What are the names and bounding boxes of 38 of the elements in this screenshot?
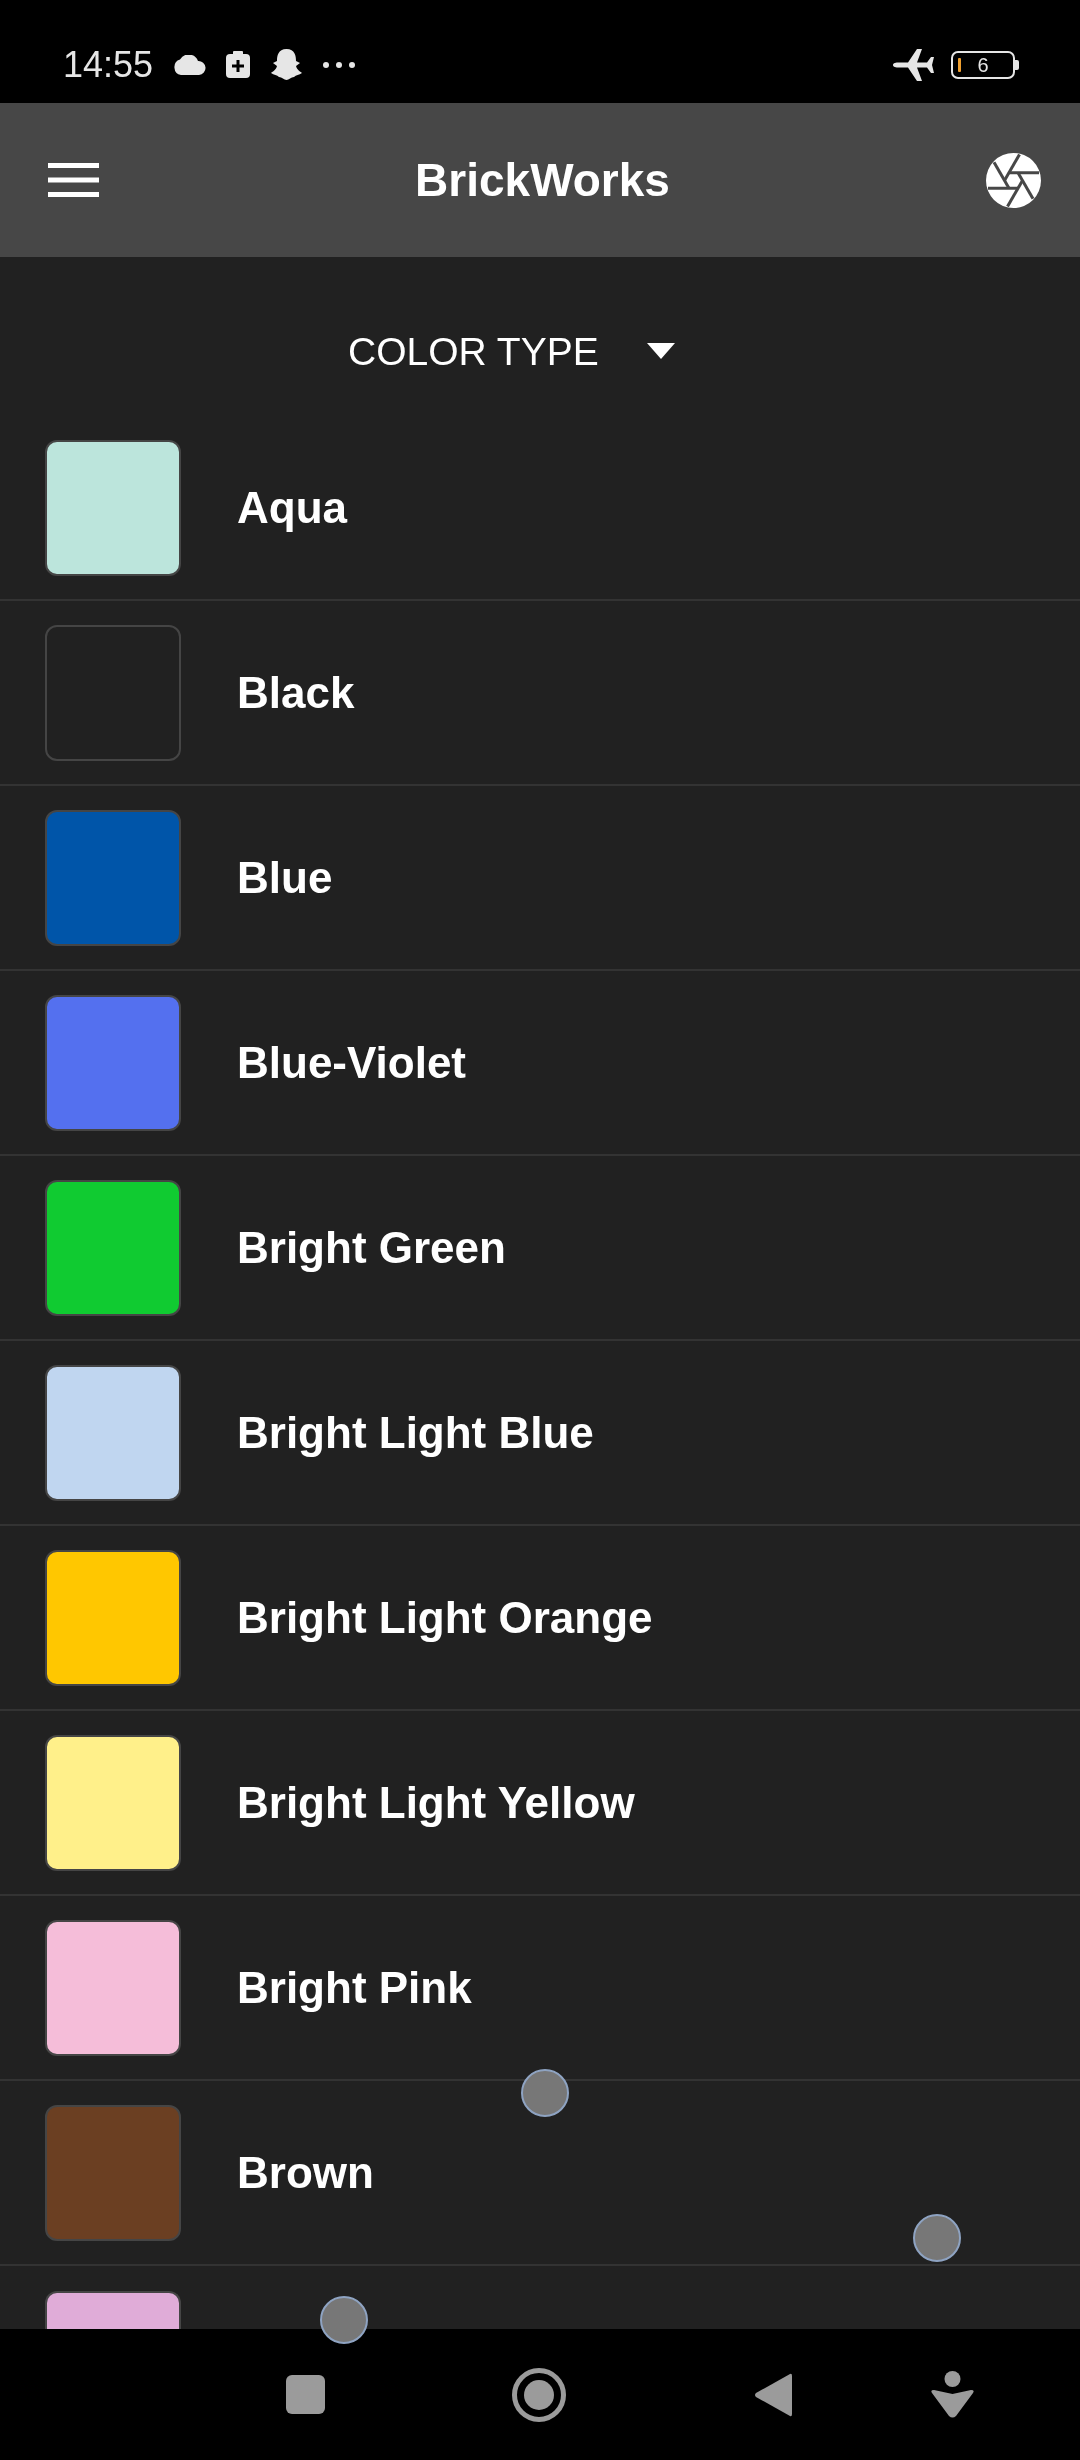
- color-name: Black: [237, 670, 355, 715]
- color-name: Bright Pink: [237, 1965, 472, 2010]
- back-icon[interactable]: [754, 2371, 792, 2418]
- caret-icon: [646, 343, 675, 359]
- color-name: Bright Light Yellow: [237, 1780, 635, 1825]
- ghost-icon: [270, 48, 304, 81]
- more-dots-icon: [323, 61, 356, 68]
- color-name: Bright Green: [237, 1225, 506, 1270]
- color-list-item[interactable]: Blue-Violet: [0, 971, 1080, 1156]
- menu-icon[interactable]: [48, 163, 99, 197]
- color-list-item[interactable]: Bright Light Blue: [0, 1341, 1080, 1526]
- touch-indicator-icon: [521, 2069, 569, 2117]
- airplane-icon: [893, 47, 934, 82]
- color-list-item[interactable]: Black: [0, 601, 1080, 786]
- battery-level-text: 6: [977, 54, 989, 75]
- person-icon[interactable]: [930, 2371, 975, 2418]
- recent-apps-icon[interactable]: [286, 2375, 325, 2414]
- battery-plus-icon: [226, 51, 251, 78]
- app-title: BrickWorks: [414, 157, 671, 203]
- cloud-icon: [173, 54, 207, 75]
- color-type-dropdown[interactable]: COLOR TYPE: [348, 331, 675, 371]
- color-name: Blue: [237, 855, 333, 900]
- touch-indicator-icon: [913, 2214, 961, 2262]
- color-list-item[interactable]: Bright Light Orange: [0, 1526, 1080, 1711]
- color-list-item[interactable]: Bright Light Yellow: [0, 1711, 1080, 1896]
- color-list-item[interactable]: Bright Green: [0, 1156, 1080, 1341]
- color-list-item[interactable]: Blue: [0, 786, 1080, 971]
- color-name: Bright Light Blue: [237, 1410, 594, 1455]
- home-icon[interactable]: [512, 2367, 566, 2422]
- status-time: 14:55: [63, 46, 154, 83]
- color-name: Aqua: [237, 485, 347, 530]
- color-list-item[interactable]: Bright Pink: [0, 1896, 1080, 2081]
- color-name: Brown: [237, 2150, 374, 2195]
- aperture-icon[interactable]: [986, 152, 1041, 208]
- color-list-item[interactable]: Aqua: [0, 416, 1080, 601]
- touch-indicator-icon: [320, 2296, 368, 2344]
- color-name: Blue-Violet: [237, 1040, 466, 1085]
- color-name: Bright Light Orange: [237, 1595, 653, 1640]
